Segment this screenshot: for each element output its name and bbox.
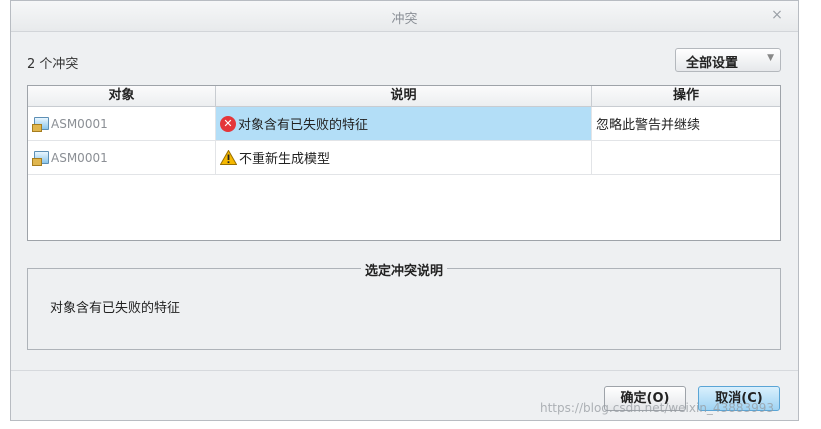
warning-icon bbox=[220, 150, 237, 165]
assembly-icon bbox=[32, 117, 49, 132]
action-cell[interactable]: 忽略此警告并继续 bbox=[592, 107, 780, 140]
details-text: 对象含有已失败的特征 bbox=[50, 301, 181, 316]
details-title: 选定冲突说明 bbox=[360, 264, 447, 279]
details-title-wrap: 选定冲突说明 bbox=[28, 260, 780, 279]
object-name: ASM0001 bbox=[51, 150, 108, 165]
action-text: 忽略此警告并继续 bbox=[596, 118, 701, 133]
table-header: 对象 说明 操作 bbox=[28, 86, 780, 107]
dialog-title: 冲突 bbox=[391, 12, 418, 27]
set-all-dropdown[interactable]: 全部设置 ▼ bbox=[675, 48, 781, 72]
set-all-label: 全部设置 bbox=[686, 56, 739, 71]
title-bar[interactable]: 冲突 × bbox=[11, 1, 798, 32]
table-row[interactable]: ASM0001 ✕ 对象含有已失败的特征 忽略此警告并继续 bbox=[28, 107, 780, 141]
object-cell[interactable]: ASM0001 bbox=[28, 141, 216, 174]
description-text: 对象含有已失败的特征 bbox=[238, 118, 369, 133]
description-cell[interactable]: 不重新生成模型 bbox=[216, 141, 592, 174]
divider bbox=[11, 370, 798, 371]
chevron-down-icon: ▼ bbox=[767, 53, 774, 63]
column-header-object[interactable]: 对象 bbox=[28, 86, 216, 106]
error-icon: ✕ bbox=[220, 115, 236, 132]
close-icon[interactable]: × bbox=[768, 6, 786, 24]
table-row[interactable]: ASM0001 不重新生成模型 bbox=[28, 141, 780, 175]
conflict-count: 2 个冲突 bbox=[27, 57, 79, 72]
description-cell[interactable]: ✕ 对象含有已失败的特征 bbox=[216, 107, 592, 140]
object-cell[interactable]: ASM0001 bbox=[28, 107, 216, 140]
action-cell[interactable] bbox=[592, 141, 780, 174]
column-header-description[interactable]: 说明 bbox=[216, 86, 592, 106]
conflict-table: 对象 说明 操作 ASM0001 ✕ 对象含有已失败的特征 忽略此警告并继续 A… bbox=[27, 85, 781, 241]
column-header-action[interactable]: 操作 bbox=[592, 86, 780, 106]
assembly-icon bbox=[32, 151, 49, 166]
conflict-dialog: 冲突 × 2 个冲突 全部设置 ▼ 对象 说明 操作 ASM0001 ✕ 对象含… bbox=[10, 0, 799, 421]
selected-conflict-details: 选定冲突说明 对象含有已失败的特征 bbox=[27, 264, 781, 350]
description-text: 不重新生成模型 bbox=[239, 152, 331, 167]
object-name: ASM0001 bbox=[51, 116, 108, 131]
watermark: https://blog.csdn.net/weixin_43883993 bbox=[540, 401, 775, 415]
